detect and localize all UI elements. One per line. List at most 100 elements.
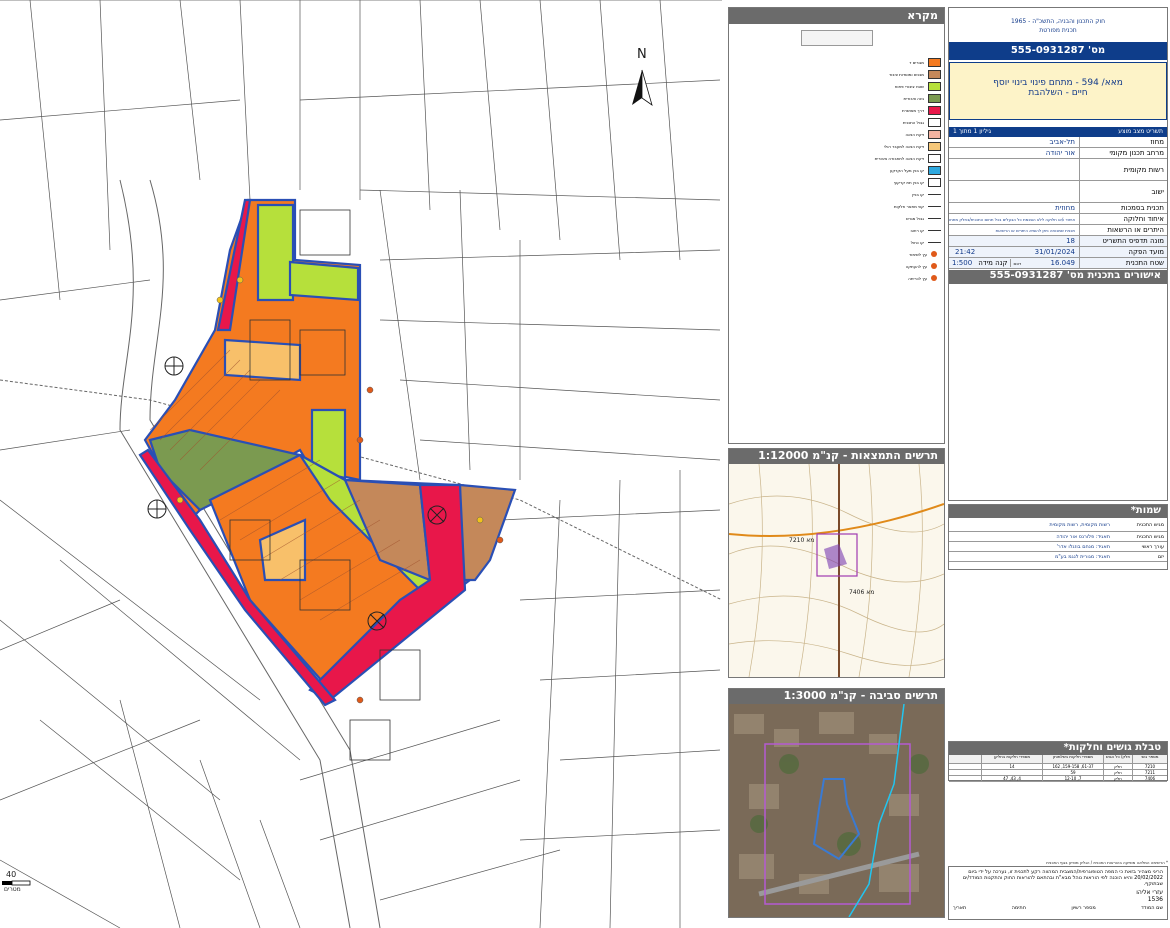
table-cell: 7, 12-10 — [1042, 776, 1103, 781]
legend-item: מבנים ומוסדות ציבור — [849, 68, 941, 80]
legend-item-label: מבנים ומוסדות ציבור — [888, 71, 924, 77]
footnote: * הרשימה המלאה מופיעה בהוראות התכנית / ה… — [1046, 860, 1168, 865]
legend-swatch-icon — [928, 177, 941, 187]
names-row-label: מגיש התכנית — [1136, 521, 1164, 528]
table-cell: 7406 — [1132, 776, 1167, 781]
names-row-value: תאגיד: מנחם בוזגלו אדר' — [1056, 543, 1111, 550]
title-row: שטח התכנית 16.049 דונם קנה מידה 1:500 — [949, 258, 1167, 269]
orientation-label-2: 7406 מא — [849, 589, 875, 596]
title-row: תכנית בסמכות מחוזית — [949, 203, 1167, 214]
table-cell: חלק — [1103, 776, 1132, 781]
scale-value: 1:500 — [952, 259, 973, 267]
table-cell: חלק — [1103, 764, 1132, 769]
legend-panel: מקרא מגורים ד מבנים ומוסדות ציבור שטח ציבו… — [728, 7, 945, 444]
table-cell — [981, 770, 1042, 775]
title-row-label: איחוד וחלוקה — [1079, 214, 1167, 224]
parcels-header-cell: חלק/ כל הגוש — [1103, 755, 1132, 763]
scale-value: 40 — [6, 870, 17, 879]
legend-item-label: שטח ציבורי פתוח — [894, 83, 924, 89]
tree-icon — [931, 275, 937, 281]
title-row-value: 18 — [1066, 237, 1075, 245]
names-panel: שמות* מגיש התכנית רשות מקומית, רשות מקומי… — [948, 504, 1168, 570]
title-rows: מחוז תל-אביב מרחב תכנון מקומי אור יהודה רשות… — [949, 137, 1167, 269]
legend-swatch-icon — [928, 93, 941, 103]
legend-swatch-icon — [928, 105, 941, 115]
names-rows: מגיש התכנית רשות מקומית, רשות מקומית מגיש … — [949, 518, 1167, 562]
legend-item: זיקת הנאה לתחבורה ציבורית — [849, 152, 941, 164]
legend-line-item: קו כחול — [849, 236, 941, 248]
scale-label: קנה מידה — [975, 259, 1012, 267]
names-row-value: רשות מקומית, רשות מקומית — [1049, 521, 1110, 528]
legend-line-item: קו בניין — [849, 188, 941, 200]
table-cell: 59 — [1042, 770, 1103, 775]
legend-item: דרך מאושרת — [849, 104, 941, 116]
parcels-header-row: מספר גוש חלק/ כל הגוש מספרי חלקות בשלמותן מ… — [949, 755, 1167, 764]
orientation-title: תרשים התמצאות - קנ"מ 1:12000 — [729, 449, 944, 464]
sheet-right: תשריט מצב מוצע — [1118, 128, 1163, 135]
plan-name-1: מאא/ 594 - מתחם פינוי בינוי יוסף — [993, 78, 1123, 88]
surveyor-label-name: שם המודד — [1141, 905, 1163, 911]
plan-map[interactable]: N 40 מטרים — [0, 0, 722, 928]
title-row-value: 31/01/2024 — [1034, 248, 1075, 256]
title-row-value: תכנית שמכוחה ניתן להוציא היתרים או הרשאו… — [995, 227, 1075, 233]
legend-line-icon — [928, 241, 941, 243]
legend-line-item: קווי מתאר חלקות — [849, 200, 941, 212]
zones — [138, 198, 517, 707]
legend-item-label: קו בנין תת קרקעי — [893, 179, 924, 185]
legend-item-label: קו בנין מעל הקרקע — [889, 167, 924, 173]
parcels-header-cell: מספרי חלקות בחלקן — [981, 755, 1042, 763]
legend-swatch-icon — [928, 129, 941, 139]
names-row-label: עורך ראשי — [1141, 543, 1164, 550]
legend-item-label: דרך מאושרת — [901, 107, 924, 113]
names-row: מגיש התכנית תאגיד: פלורנס אור יהודה — [949, 532, 1167, 542]
title-row-label: תכנית בסמכות — [1079, 203, 1167, 213]
table-cell: 7210 — [1132, 764, 1167, 769]
title-row: רשות מקומית — [949, 159, 1167, 181]
table-cell: 61-37, 159-158, 162 — [1042, 764, 1103, 769]
legend-item-label: זיקת הנאה — [905, 131, 924, 137]
legend-line-icon — [928, 205, 941, 207]
legend-line-icon — [928, 193, 941, 195]
table-cell: 7211 — [1132, 770, 1167, 775]
names-title: שמות* — [949, 505, 1167, 518]
legend-swatch-icon — [928, 165, 941, 175]
logos-icon — [801, 30, 873, 46]
title-row-label: רשות מקומית — [1079, 159, 1167, 180]
legend-title: מקרא — [729, 8, 944, 24]
title-row-label: ישוב — [1079, 181, 1167, 202]
legend-item-label: מגורים ד — [909, 59, 924, 65]
orientation-map-svg — [729, 464, 944, 677]
orientation-label-1: 7210 מא — [789, 537, 815, 544]
title-row-label: מועד הפקה — [1079, 247, 1167, 257]
names-row-label: מגיש התכנית — [1136, 533, 1164, 540]
surveyor-name: עזרי אליהו — [1136, 889, 1163, 896]
tree-icon — [931, 263, 937, 269]
title-row: ישוב — [949, 181, 1167, 203]
title-row: איחוד וחלוקה איחוד ו/או חלוקה ללא הסכמת כ… — [949, 214, 1167, 225]
orientation-panel: תרשים התמצאות - קנ"מ 1:12000 7210 מא 740… — [728, 448, 945, 678]
title-row-label: שטח התכנית — [1079, 258, 1167, 268]
legend-swatch-icon — [928, 141, 941, 151]
legend-symbol-item: עץ לכריתה — [849, 272, 941, 284]
north-arrow-icon — [632, 69, 653, 106]
legend-line-label: קו בניין — [912, 191, 924, 197]
parcels-header-cell: מספר גוש — [1132, 755, 1167, 763]
tree-icon — [931, 251, 937, 257]
legend-swatch-icon — [928, 153, 941, 163]
legend-line-label: קווי מתאר חלקות — [893, 203, 924, 209]
parcels-header-cell: מספרי חלקות בשלמותן — [1042, 755, 1103, 763]
legend-line-label: קו רחוב — [910, 227, 924, 233]
title-row-label: מונה תדפיס התשריט — [1079, 236, 1167, 246]
plan-number: מס' 555-0931287 — [949, 42, 1167, 60]
legend-swatch-icon — [928, 117, 941, 127]
plan-name-2: חיים - השלהבת — [1028, 88, 1088, 98]
legend-item: זיקת הנאה למעבר רגלי — [849, 140, 941, 152]
surroundings-panel: תרשים סביבה - קנ"מ 1:3000 — [728, 688, 945, 918]
table-cell: 14 — [981, 764, 1042, 769]
surveyor-panel: הריני מצהיר בזאת כי המפה הטופוגרפית/המצב… — [948, 866, 1168, 920]
legend-symbol-label: עץ לכריתה — [908, 275, 927, 281]
legend-symbol-item: עץ להעתקה — [849, 260, 941, 272]
legend-line-icon — [928, 229, 941, 231]
names-row-label: יזם — [1157, 553, 1164, 560]
legend-item: קו בנין תת קרקעי — [849, 176, 941, 188]
